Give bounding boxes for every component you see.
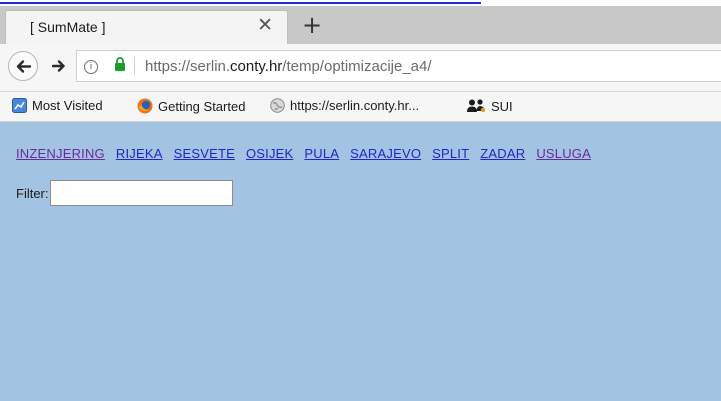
bookmark-sui[interactable]: SUI xyxy=(466,98,513,114)
bookmark-label: https://serlin.conty.hr... xyxy=(290,98,420,113)
bookmark-label: Getting Started xyxy=(158,98,246,114)
url-path: /temp/optimizacije_a4/ xyxy=(282,58,432,75)
tab-title: [ SumMate ] xyxy=(30,19,106,35)
bookmark-label: SUI xyxy=(491,98,513,114)
city-nav-links: INZENJERING RIJEKA SESVETE OSIJEK PULA SARAJE… xyxy=(16,146,602,161)
link-sarajevo[interactable]: SARAJEVO xyxy=(350,146,421,161)
filter-label: Filter: xyxy=(16,185,49,201)
back-button[interactable] xyxy=(8,51,38,81)
link-split[interactable]: SPLIT xyxy=(432,146,469,161)
url-separator xyxy=(134,57,135,75)
forward-arrow-icon[interactable] xyxy=(52,59,66,73)
tab-bar: [ SumMate ] ✕ + xyxy=(0,6,721,44)
filter-input[interactable] xyxy=(49,180,233,206)
bookmarks-toolbar: Most Visited Getting Started https://ser… xyxy=(0,92,721,122)
url-domain: conty.hr xyxy=(230,58,283,75)
link-zadar[interactable]: ZADAR xyxy=(480,146,525,161)
link-rijeka[interactable]: RIJEKA xyxy=(116,146,163,161)
close-tab-icon[interactable]: ✕ xyxy=(257,16,273,35)
filter-row: Filter: xyxy=(16,180,233,206)
info-icon[interactable]: i xyxy=(84,60,98,74)
new-tab-button[interactable]: + xyxy=(302,13,322,37)
url-prefix: https://serlin. xyxy=(145,58,231,75)
bookmark-getting-started[interactable]: Getting Started xyxy=(137,98,245,114)
bookmark-serlin[interactable]: https://serlin.conty.hr... xyxy=(270,98,419,113)
clipped-link-underline xyxy=(0,2,481,4)
page-content: INZENJERING RIJEKA SESVETE OSIJEK PULA SARAJE… xyxy=(0,122,721,401)
users-icon xyxy=(467,99,486,113)
tab-active[interactable]: [ SumMate ] ✕ xyxy=(5,10,288,44)
link-osijek[interactable]: OSIJEK xyxy=(246,146,293,161)
link-sesvete[interactable]: SESVETE xyxy=(174,146,235,161)
globe-icon xyxy=(270,98,285,113)
url-text[interactable]: https://serlin.conty.hr/temp/optimizacij… xyxy=(145,58,432,75)
bookmark-most-visited[interactable]: Most Visited xyxy=(12,98,103,113)
link-pula[interactable]: PULA xyxy=(304,146,339,161)
most-visited-icon xyxy=(12,98,27,113)
navigation-bar: i https://serlin.conty.hr/temp/optimizac… xyxy=(0,44,721,92)
link-usluga[interactable]: USLUGA xyxy=(536,146,591,161)
firefox-icon xyxy=(137,98,153,114)
back-arrow-icon xyxy=(16,60,32,73)
bookmark-label: Most Visited xyxy=(32,98,103,113)
link-inzenjering[interactable]: INZENJERING xyxy=(16,146,105,161)
lock-icon xyxy=(115,57,125,71)
